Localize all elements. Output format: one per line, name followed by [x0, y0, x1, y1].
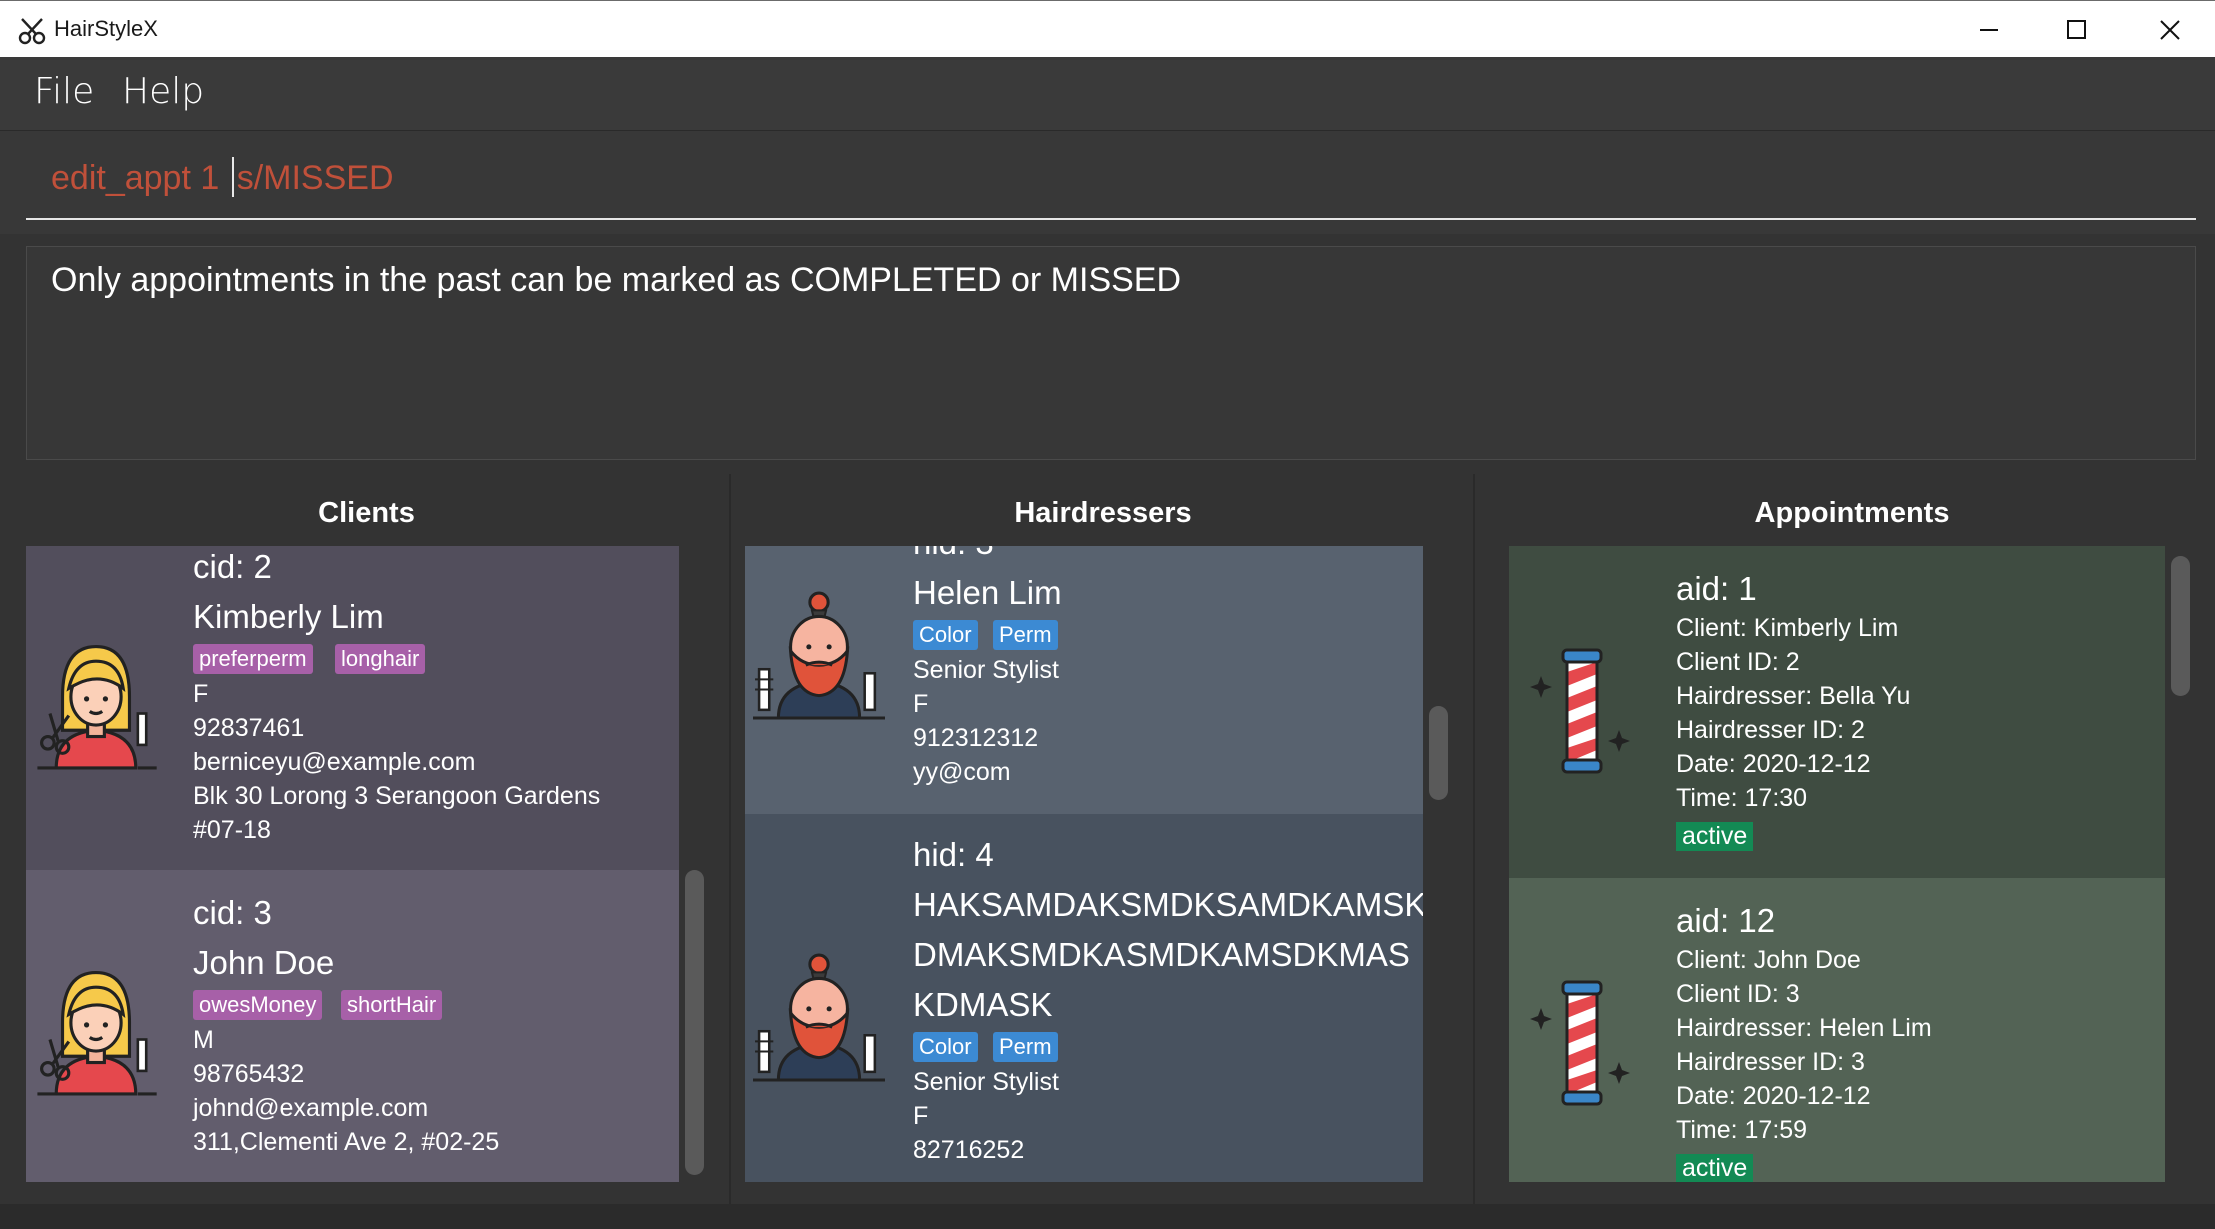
title-bar[interactable]: HairStyleX: [0, 0, 2215, 57]
appointment-date: Date: 2020-12-12: [1676, 750, 1871, 778]
hairdressers-list[interactable]: hid: 3 Helen Lim Color Perm Senior Styli…: [745, 546, 1423, 1182]
barber-pole-icon: [1527, 646, 1637, 776]
appointment-card[interactable]: aid: 12 Client: John Doe Client ID: 3 Ha…: [1509, 878, 2165, 1182]
appointment-time: Time: 17:59: [1676, 1116, 1808, 1144]
maximize-button[interactable]: [2030, 1, 2122, 58]
client-name: Kimberly Lim: [193, 598, 384, 635]
hairdresser-title: Senior Stylist: [913, 656, 1059, 684]
client-card[interactable]: cid: 3 John Doe owesMoney shortHair M 98…: [26, 870, 679, 1182]
status-badge: active: [1676, 1154, 1754, 1182]
window-title: HairStyleX: [54, 16, 158, 41]
appointments-list[interactable]: aid: 1 Client: Kimberly Lim Client ID: 2…: [1509, 546, 2165, 1182]
appointment-client: Client: John Doe: [1676, 946, 1861, 974]
hairdresser-id: hid: 3: [913, 546, 994, 562]
client-address-unit: #07-18: [193, 816, 271, 844]
panel-divider: [729, 474, 731, 1204]
client-card[interactable]: cid: 2 Kimberly Lim preferperm longhair …: [26, 546, 679, 870]
command-text-after-caret: s/MISSED: [236, 159, 394, 197]
appointment-hairdresser-id: Hairdresser ID: 2: [1676, 716, 1865, 744]
hairdresser-avatar-icon: [753, 588, 885, 720]
client-id: cid: 2: [193, 548, 272, 585]
menu-bar: File Help: [0, 57, 2215, 131]
hairdresser-name: HAKSAMDAKSMDKSAMDKAMSK: [913, 886, 1423, 923]
client-address: Blk 30 Lorong 3 Serangoon Gardens: [193, 782, 601, 810]
clients-scrollbar[interactable]: [685, 870, 704, 1175]
appointment-client-id: Client ID: 2: [1676, 648, 1800, 676]
appointment-hairdresser-id: Hairdresser ID: 3: [1676, 1048, 1865, 1076]
command-box[interactable]: edit_appt 1 s/MISSED: [0, 131, 2215, 234]
client-email: berniceyu@example.com: [193, 748, 476, 776]
client-tag: preferperm: [193, 644, 313, 674]
appointment-client: Client: Kimberly Lim: [1676, 614, 1899, 642]
hairdresser-gender: F: [913, 690, 929, 718]
client-name: John Doe: [193, 944, 335, 981]
result-display: Only appointments in the past can be mar…: [26, 246, 2196, 460]
appointment-id: aid: 12: [1676, 902, 1776, 939]
close-button[interactable]: [2123, 1, 2215, 58]
command-text-before-caret: edit_appt 1: [51, 159, 229, 197]
appointment-card[interactable]: aid: 1 Client: Kimberly Lim Client ID: 2…: [1509, 546, 2165, 878]
client-avatar-icon: [32, 634, 160, 770]
hairdresser-name: Helen Lim: [913, 574, 1062, 611]
hairdresser-name: KDMASK: [913, 986, 1053, 1023]
appointments-panel-title: Appointments: [1754, 497, 1950, 529]
hairdresser-name: DMAKSMDKASMDKAMSDKMAS: [913, 936, 1410, 973]
client-tag: shortHair: [341, 990, 443, 1020]
client-gender: F: [193, 680, 209, 708]
status-bar: [0, 1204, 2215, 1229]
hairdresser-title: Senior Stylist: [913, 1068, 1059, 1096]
minimize-icon: [1980, 29, 1998, 31]
panel-divider: [1473, 474, 1475, 1204]
appointment-hairdresser: Hairdresser: Helen Lim: [1676, 1014, 1932, 1042]
maximize-icon: [2067, 20, 2086, 39]
hairdresser-card[interactable]: hid: 4 HAKSAMDAKSMDKSAMDKAMSK DMAKSMDKAS…: [745, 814, 1423, 1182]
client-gender: M: [193, 1026, 214, 1054]
clients-list[interactable]: cid: 2 Kimberly Lim preferperm longhair …: [26, 546, 679, 1182]
appointment-hairdresser: Hairdresser: Bella Yu: [1676, 682, 1911, 710]
appointments-scrollbar[interactable]: [2171, 556, 2190, 696]
appointment-date: Date: 2020-12-12: [1676, 1082, 1871, 1110]
client-id: cid: 3: [193, 894, 272, 931]
text-caret: [231, 157, 234, 197]
hairdresser-avatar-icon: [753, 950, 885, 1082]
client-address: 311,Clementi Ave 2, #02-25: [193, 1128, 500, 1156]
command-underline: [26, 218, 2196, 220]
hairdresser-phone: 912312312: [913, 724, 1039, 752]
client-tag: owesMoney: [193, 990, 323, 1020]
client-tag: longhair: [335, 644, 426, 674]
command-input[interactable]: edit_appt 1 s/MISSED: [51, 157, 394, 198]
close-icon: [2160, 20, 2180, 40]
hairdresser-id: hid: 4: [913, 836, 994, 873]
appointment-id: aid: 1: [1676, 570, 1757, 607]
client-avatar-icon: [32, 960, 160, 1096]
hairdresser-tag: Perm: [993, 1032, 1058, 1062]
client-phone: 92837461: [193, 714, 305, 742]
scissors-icon: [18, 18, 46, 45]
hairdressers-panel-title: Hairdressers: [1014, 497, 1192, 529]
hairdresser-gender: F: [913, 1102, 929, 1130]
appointment-client-id: Client ID: 3: [1676, 980, 1800, 1008]
status-badge: active: [1676, 822, 1754, 851]
result-message: Only appointments in the past can be mar…: [51, 261, 1182, 299]
barber-pole-icon: [1527, 978, 1637, 1108]
hairdresser-tag: Color: [913, 1032, 978, 1062]
menu-help[interactable]: Help: [122, 71, 204, 112]
hairdressers-scrollbar[interactable]: [1429, 706, 1448, 800]
hairdresser-tag: Perm: [993, 620, 1058, 650]
appointment-time: Time: 17:30: [1676, 784, 1808, 812]
menu-file[interactable]: File: [34, 71, 94, 112]
client-email: johnd@example.com: [193, 1094, 429, 1122]
minimize-button[interactable]: [1942, 1, 2034, 58]
client-phone: 98765432: [193, 1060, 305, 1088]
hairdresser-tag: Color: [913, 620, 978, 650]
hairdresser-card[interactable]: hid: 3 Helen Lim Color Perm Senior Styli…: [745, 546, 1423, 814]
hairdresser-email: yy@com: [913, 758, 1011, 786]
hairdresser-phone: 82716252: [913, 1136, 1025, 1164]
clients-panel-title: Clients: [318, 497, 415, 529]
